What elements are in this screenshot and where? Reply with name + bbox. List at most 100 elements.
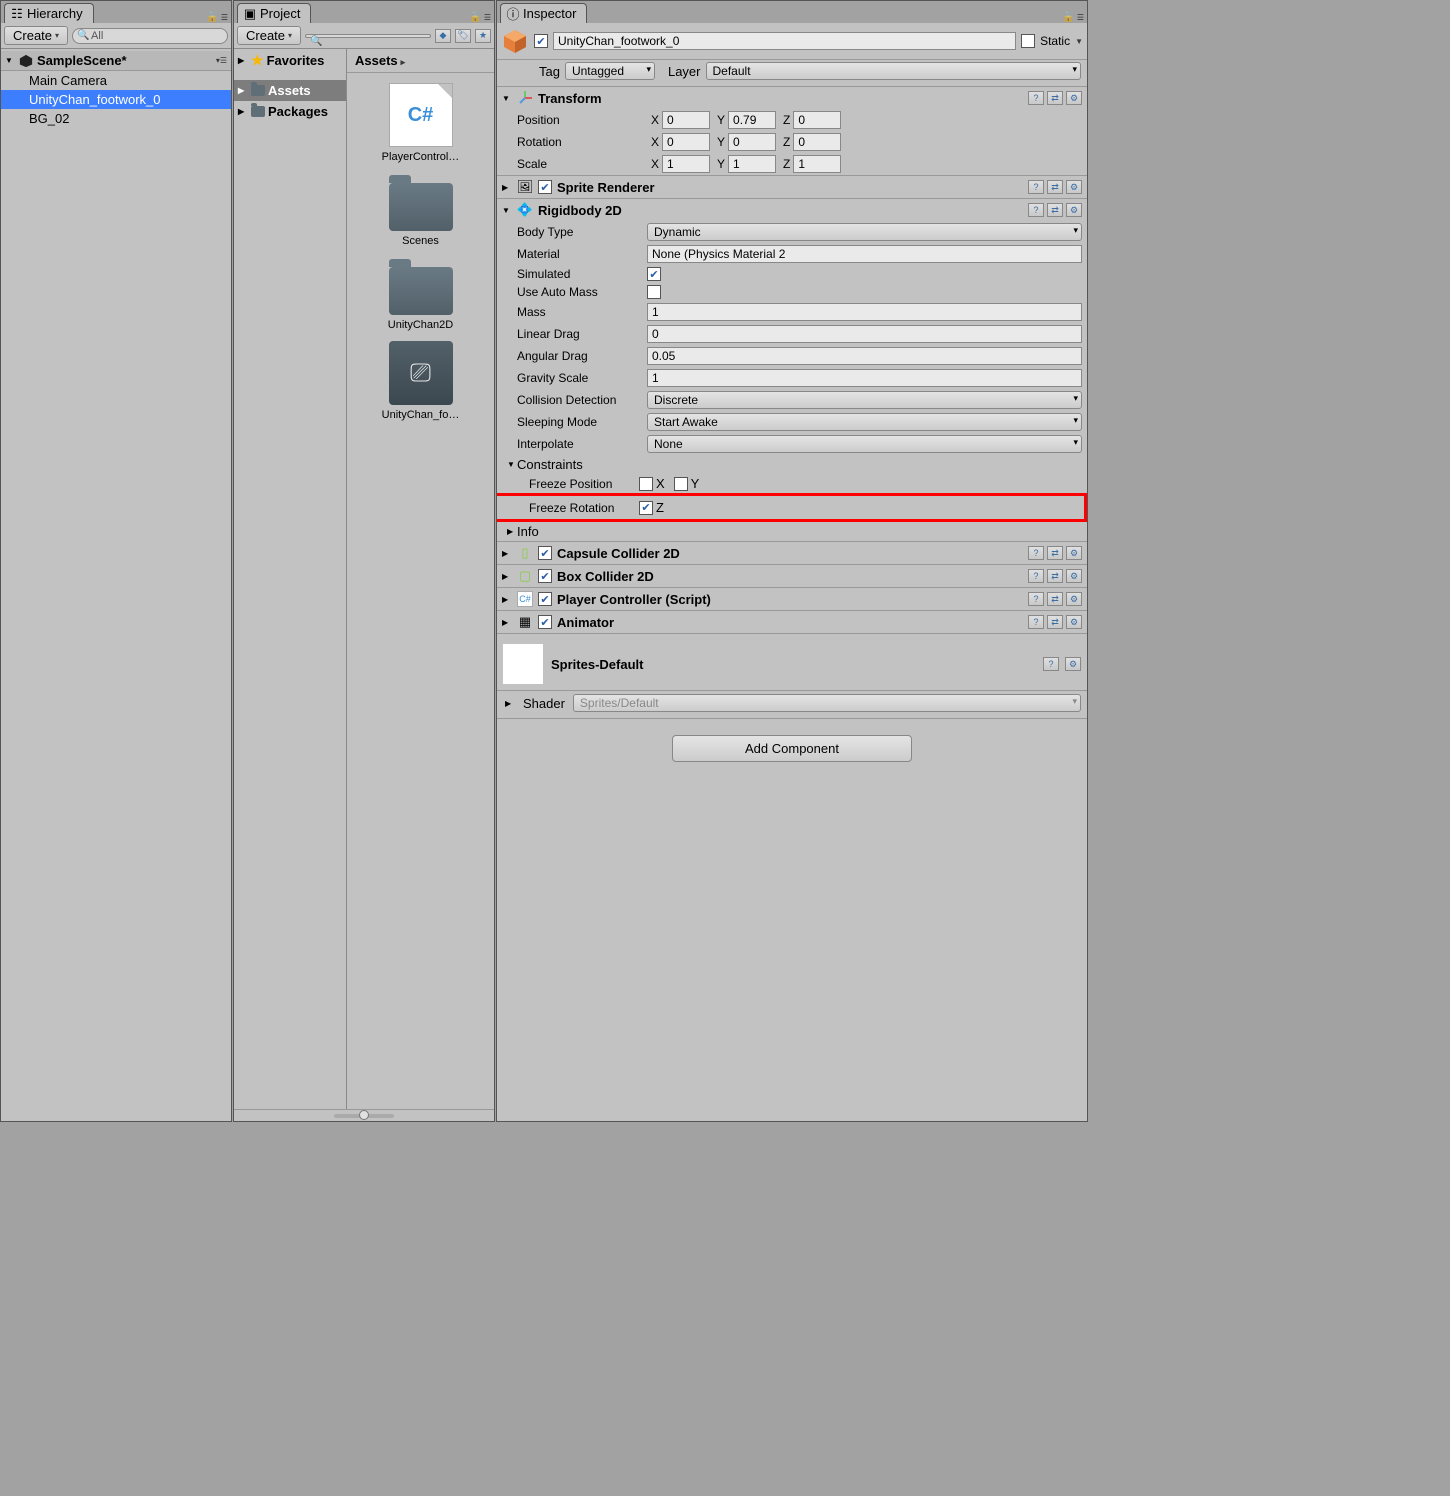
expand-icon[interactable]: ▼ bbox=[507, 460, 517, 469]
material-swatch[interactable] bbox=[503, 644, 543, 684]
thumbnail-size-slider[interactable] bbox=[234, 1109, 494, 1121]
rot-z-input[interactable] bbox=[793, 133, 841, 151]
expand-icon[interactable]: ▼ bbox=[502, 94, 512, 103]
expand-icon[interactable]: ▶ bbox=[502, 595, 512, 604]
label-icon[interactable]: 🏷 bbox=[455, 29, 471, 43]
hierarchy-item[interactable]: BG_02 bbox=[1, 109, 231, 128]
component-enable-checkbox[interactable] bbox=[538, 180, 552, 194]
expand-icon[interactable]: ▶ bbox=[502, 549, 512, 558]
object-name-input[interactable] bbox=[553, 32, 1016, 50]
expand-icon[interactable]: ▼ bbox=[502, 206, 512, 215]
freeze-z-checkbox[interactable] bbox=[639, 501, 653, 515]
help-icon[interactable]: ? bbox=[1028, 569, 1044, 583]
gear-icon[interactable]: ⚙ bbox=[1066, 91, 1082, 105]
static-dropdown-icon[interactable]: ▼ bbox=[1075, 37, 1083, 46]
pos-x-input[interactable] bbox=[662, 111, 710, 129]
scale-z-input[interactable] bbox=[793, 155, 841, 173]
pos-y-input[interactable] bbox=[728, 111, 776, 129]
rot-y-input[interactable] bbox=[728, 133, 776, 151]
help-icon[interactable]: ? bbox=[1028, 546, 1044, 560]
linear-drag-input[interactable] bbox=[647, 325, 1082, 343]
body-type-dropdown[interactable]: Dynamic bbox=[647, 223, 1082, 241]
gear-icon[interactable]: ⚙ bbox=[1065, 657, 1081, 671]
breadcrumb[interactable]: Assets▸ bbox=[347, 49, 494, 73]
help-icon[interactable]: ? bbox=[1028, 180, 1044, 194]
scale-x-input[interactable] bbox=[662, 155, 710, 173]
panel-menu-icon[interactable]: ☰ bbox=[221, 13, 228, 22]
lock-icon[interactable]: 🔒 bbox=[206, 12, 218, 23]
sleep-dropdown[interactable]: Start Awake bbox=[647, 413, 1082, 431]
freeze-y-checkbox[interactable] bbox=[674, 477, 688, 491]
expand-icon[interactable]: ▶ bbox=[502, 572, 512, 581]
favorites-row[interactable]: ▶ ★ Favorites bbox=[234, 49, 346, 72]
expand-icon[interactable]: ▶ bbox=[502, 183, 512, 192]
scene-menu-icon[interactable]: ▾☰ bbox=[216, 56, 227, 65]
active-checkbox[interactable] bbox=[534, 34, 548, 48]
expand-icon[interactable]: ▶ bbox=[238, 56, 248, 65]
asset-item[interactable]: UnityChan2D bbox=[376, 257, 466, 331]
static-checkbox[interactable] bbox=[1021, 34, 1035, 48]
interpolate-dropdown[interactable]: None bbox=[647, 435, 1082, 453]
expand-icon[interactable]: ▼ bbox=[5, 56, 15, 65]
help-icon[interactable]: ? bbox=[1028, 91, 1044, 105]
asset-item[interactable]: C# PlayerControl… bbox=[376, 83, 466, 163]
preset-icon[interactable]: ⇄ bbox=[1047, 203, 1063, 217]
hierarchy-item[interactable]: Main Camera bbox=[1, 71, 231, 90]
component-enable-checkbox[interactable] bbox=[538, 569, 552, 583]
preset-icon[interactable]: ⇄ bbox=[1047, 592, 1063, 606]
lock-icon[interactable]: 🔒 bbox=[1062, 12, 1074, 23]
component-enable-checkbox[interactable] bbox=[538, 615, 552, 629]
help-icon[interactable]: ? bbox=[1028, 615, 1044, 629]
help-icon[interactable]: ? bbox=[1043, 657, 1059, 671]
inspector-tab[interactable]: ⓘ Inspector bbox=[500, 3, 587, 23]
expand-icon[interactable]: ▶ bbox=[238, 107, 248, 116]
hierarchy-tab[interactable]: ☷ Hierarchy bbox=[4, 3, 94, 23]
gear-icon[interactable]: ⚙ bbox=[1066, 615, 1082, 629]
layer-dropdown[interactable]: Default bbox=[706, 62, 1082, 80]
collision-dropdown[interactable]: Discrete bbox=[647, 391, 1082, 409]
panel-menu-icon[interactable]: ☰ bbox=[1077, 13, 1084, 22]
asset-item[interactable]: ⎚ UnityChan_fo… bbox=[376, 341, 466, 421]
add-component-button[interactable]: Add Component bbox=[672, 735, 912, 762]
expand-icon[interactable]: ▶ bbox=[502, 618, 512, 627]
gear-icon[interactable]: ⚙ bbox=[1066, 180, 1082, 194]
expand-icon[interactable]: ▶ bbox=[505, 699, 515, 708]
expand-icon[interactable]: ▶ bbox=[507, 527, 517, 536]
project-search[interactable] bbox=[305, 34, 431, 38]
component-enable-checkbox[interactable] bbox=[538, 546, 552, 560]
help-icon[interactable]: ? bbox=[1028, 592, 1044, 606]
tag-dropdown[interactable]: Untagged bbox=[565, 62, 655, 80]
scale-y-input[interactable] bbox=[728, 155, 776, 173]
asset-item[interactable]: Scenes bbox=[376, 173, 466, 247]
lock-icon[interactable]: 🔒 bbox=[469, 12, 481, 23]
component-enable-checkbox[interactable] bbox=[538, 592, 552, 606]
create-button[interactable]: Create ▾ bbox=[4, 26, 68, 45]
expand-icon[interactable]: ▶ bbox=[238, 86, 248, 95]
preset-icon[interactable]: ⇄ bbox=[1047, 91, 1063, 105]
preset-icon[interactable]: ⇄ bbox=[1047, 546, 1063, 560]
hierarchy-search[interactable]: All bbox=[72, 28, 228, 44]
angular-drag-input[interactable] bbox=[647, 347, 1082, 365]
gear-icon[interactable]: ⚙ bbox=[1066, 569, 1082, 583]
panel-menu-icon[interactable]: ☰ bbox=[484, 13, 491, 22]
create-button[interactable]: Create ▾ bbox=[237, 26, 301, 45]
mass-input[interactable] bbox=[647, 303, 1082, 321]
material-field[interactable] bbox=[647, 245, 1082, 263]
gear-icon[interactable]: ⚙ bbox=[1066, 592, 1082, 606]
shader-dropdown[interactable]: Sprites/Default bbox=[573, 694, 1081, 712]
scene-row[interactable]: ▼ SampleScene* ▾☰ bbox=[1, 51, 231, 71]
preset-icon[interactable]: ⇄ bbox=[1047, 569, 1063, 583]
folder-row[interactable]: ▶ Packages bbox=[234, 101, 346, 122]
rot-x-input[interactable] bbox=[662, 133, 710, 151]
gear-icon[interactable]: ⚙ bbox=[1066, 546, 1082, 560]
gravity-input[interactable] bbox=[647, 369, 1082, 387]
project-tab[interactable]: ▣ Project bbox=[237, 3, 311, 23]
folder-row[interactable]: ▶ Assets bbox=[234, 80, 346, 101]
hierarchy-item[interactable]: UnityChan_footwork_0 bbox=[1, 90, 231, 109]
gear-icon[interactable]: ⚙ bbox=[1066, 203, 1082, 217]
auto-mass-checkbox[interactable] bbox=[647, 285, 661, 299]
simulated-checkbox[interactable] bbox=[647, 267, 661, 281]
pos-z-input[interactable] bbox=[793, 111, 841, 129]
freeze-x-checkbox[interactable] bbox=[639, 477, 653, 491]
preset-icon[interactable]: ⇄ bbox=[1047, 180, 1063, 194]
